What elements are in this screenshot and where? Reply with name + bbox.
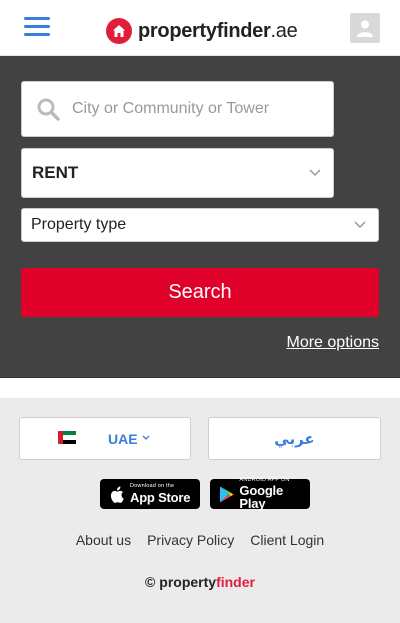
footer: UAE عربي Download on the App Store ANDRO… (0, 398, 400, 623)
google-play-badge[interactable]: ANDROID APP ON Google Play (210, 477, 310, 512)
location-input[interactable] (72, 100, 312, 118)
chevron-down-icon (142, 435, 150, 440)
uae-flag-icon (58, 431, 76, 444)
app-store-text: App Store (130, 489, 191, 505)
footer-links: About us Privacy Policy Client Login (0, 532, 400, 548)
apple-icon (108, 485, 126, 503)
location-search-field[interactable] (21, 81, 334, 137)
client-login-link[interactable]: Client Login (250, 532, 324, 548)
copyright-notice: © propertyfinder (145, 574, 255, 590)
chevron-down-icon (354, 221, 366, 229)
more-options-link[interactable]: More options (287, 334, 380, 352)
app-store-badge[interactable]: Download on the App Store (100, 479, 200, 509)
user-icon (357, 20, 373, 37)
search-button[interactable]: Search (21, 268, 379, 317)
property-type-value: Property type (31, 216, 127, 233)
menu-button[interactable] (24, 17, 50, 37)
country-label: UAE (108, 431, 138, 447)
privacy-policy-link[interactable]: Privacy Policy (147, 532, 234, 548)
site-logo[interactable]: propertyfinder.ae (106, 18, 298, 44)
country-selector[interactable]: UAE (19, 417, 191, 460)
app-store-small-text: Download on the (130, 483, 175, 490)
hamburger-icon (24, 17, 50, 20)
arabic-language-button[interactable]: عربي (208, 417, 381, 460)
property-type-select[interactable]: Property type (21, 208, 379, 242)
search-panel: RENT Property type Search More options (0, 56, 400, 378)
house-logo-icon (106, 18, 132, 44)
logo-text: propertyfinder.ae (138, 19, 298, 42)
listing-type-value: RENT (32, 163, 79, 182)
top-header: propertyfinder.ae (0, 0, 400, 56)
arabic-label: عربي (274, 429, 315, 448)
google-play-icon (218, 485, 235, 503)
google-play-text: Google Play (239, 483, 283, 512)
search-icon (37, 98, 60, 121)
listing-type-select[interactable]: RENT (21, 148, 334, 198)
user-account-button[interactable] (350, 13, 380, 43)
chevron-down-icon (309, 169, 321, 177)
about-us-link[interactable]: About us (76, 532, 131, 548)
